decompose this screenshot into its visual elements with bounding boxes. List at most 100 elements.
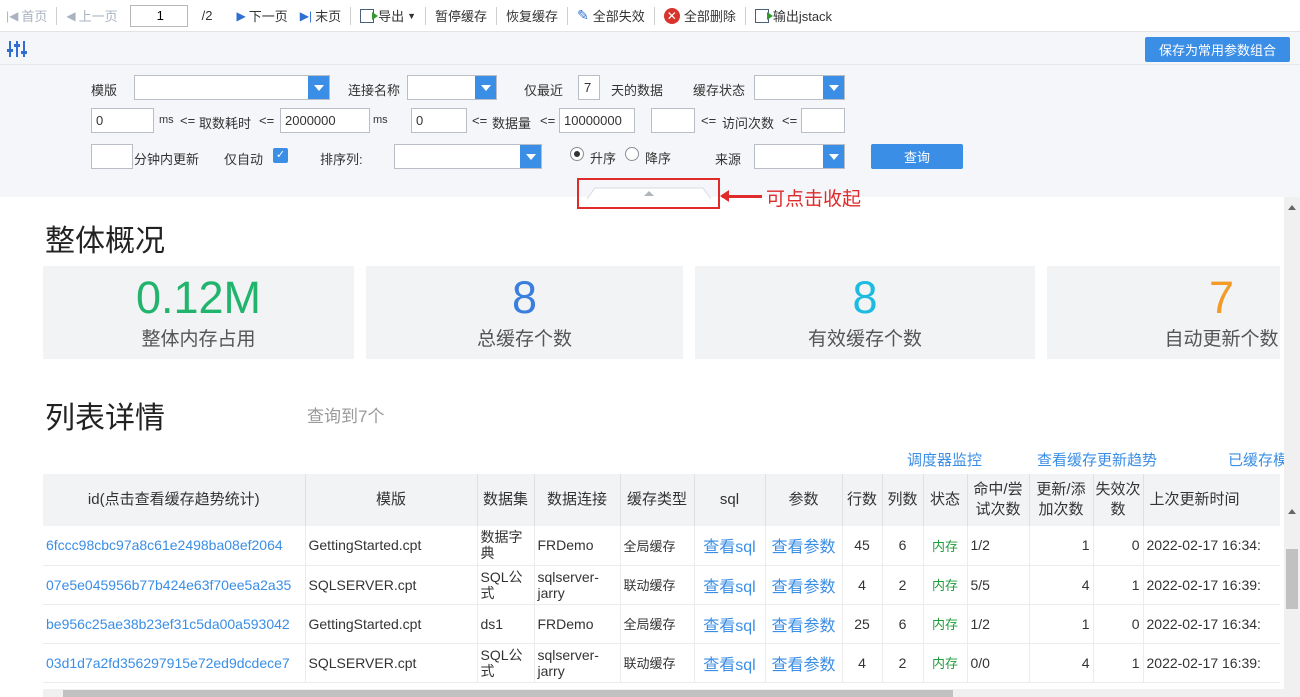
source-select[interactable] xyxy=(754,144,845,169)
delete-all-button[interactable]: ✕ 全部删除 xyxy=(658,0,742,32)
le-symbol: <= xyxy=(701,113,717,128)
export-jstack-icon xyxy=(754,8,773,23)
view-sql-link[interactable]: 查看sql xyxy=(694,643,766,683)
cache-table: id(点击查看缓存趋势统计) 模版 数据集 数据连接 缓存类型 sql 参数 行… xyxy=(43,474,1280,689)
first-page-button[interactable]: |◀ 首页 xyxy=(0,0,53,32)
sort-column-select[interactable] xyxy=(394,144,542,169)
result-count: 查询到7个 xyxy=(307,407,385,426)
fetch-time-max-input[interactable]: 2000000 xyxy=(280,108,370,133)
view-params-link[interactable]: 查看参数 xyxy=(765,565,843,605)
ms-unit: ms xyxy=(373,114,388,126)
recent-prefix: 仅最近 xyxy=(524,83,564,98)
column-header[interactable]: 参数 xyxy=(765,474,843,526)
chevron-down-icon: ▼ xyxy=(407,10,417,21)
column-header[interactable]: sql xyxy=(694,474,766,526)
cache-id-link[interactable]: 03d1d7a2fd356297915e72ed9dcdece7 xyxy=(43,643,306,683)
cache-update-trend-link[interactable]: 查看缓存更新趋势 xyxy=(1037,449,1157,470)
separator xyxy=(653,6,655,25)
le-symbol: <= xyxy=(259,113,275,128)
overview-card-valid: 8 有效缓存个数 xyxy=(695,266,1035,359)
chevron-down-icon[interactable] xyxy=(475,76,496,99)
ms-unit: ms xyxy=(159,114,174,126)
save-param-combo-button[interactable]: 保存为常用参数组合 xyxy=(1145,37,1290,62)
data-amount-min-input[interactable]: 0 xyxy=(411,108,467,133)
prev-page-button[interactable]: ◀ 上一页 xyxy=(60,0,123,32)
view-params-link[interactable]: 查看参数 xyxy=(765,604,843,644)
scheduler-monitor-link[interactable]: 调度器监控 xyxy=(907,449,982,470)
connection-cell: sqlserver-jarry xyxy=(534,643,621,683)
column-header[interactable]: 模版 xyxy=(305,474,478,526)
cache-id-link[interactable]: 07e5e045956b77b424e63f70ee5a2a35 xyxy=(43,565,306,605)
status-badge: 内存 xyxy=(923,565,968,605)
column-header[interactable]: 行数 xyxy=(842,474,883,526)
view-sql-link[interactable]: 查看sql xyxy=(694,526,766,566)
cached-templates-link[interactable]: 已缓存模 xyxy=(1228,449,1288,470)
cache-id-link[interactable]: be956c25ae38b23ef31c5da00a593042 xyxy=(43,604,306,644)
invalidate-all-button[interactable]: ✎ 全部失效 xyxy=(571,0,651,32)
data-amount-max-input[interactable]: 10000000 xyxy=(559,108,635,133)
desc-label: 降序 xyxy=(645,151,672,166)
recent-days-input[interactable]: 7 xyxy=(578,75,600,100)
row-count-cell: 25 xyxy=(842,604,883,644)
visits-max-input[interactable] xyxy=(801,108,845,133)
pause-cache-button[interactable]: 暂停缓存 xyxy=(429,0,493,32)
column-header[interactable]: id(点击查看缓存趋势统计) xyxy=(43,474,306,526)
page-number-input[interactable] xyxy=(129,4,188,27)
last-page-button[interactable]: ▶| 末页 xyxy=(294,0,347,32)
visits-min-input[interactable] xyxy=(651,108,695,133)
annotation-arrow-icon xyxy=(720,190,762,202)
export-jstack-button[interactable]: 输出jstack xyxy=(749,0,838,32)
connection-cell: FRDemo xyxy=(534,604,621,644)
column-header[interactable]: 列数 xyxy=(882,474,924,526)
toolbar: |◀ 首页 ◀ 上一页 /2 ▶ 下一页 ▶| 末页 导出 ▼ 暂停缓存 恢复缓… xyxy=(0,0,1300,32)
separator xyxy=(567,6,569,25)
scrollbar-thumb[interactable] xyxy=(63,690,953,697)
fetch-time-min-input[interactable]: 0 xyxy=(91,108,154,133)
resume-cache-button[interactable]: 恢复缓存 xyxy=(500,0,564,32)
desc-radio[interactable] xyxy=(625,147,639,161)
view-sql-link[interactable]: 查看sql xyxy=(694,604,766,644)
table-row: 6fccc98cbc97a8c61e2498ba08ef2064 Getting… xyxy=(43,526,1280,566)
cache-id-link[interactable]: 6fccc98cbc97a8c61e2498ba08ef2064 xyxy=(43,526,306,566)
chevron-down-icon[interactable] xyxy=(823,76,844,99)
last-update-cell: 2022-02-17 16:34: xyxy=(1143,526,1280,566)
scroll-up-icon[interactable] xyxy=(1288,205,1296,210)
export-icon xyxy=(360,8,379,23)
connection-select[interactable] xyxy=(407,75,497,100)
table-row: 03d1d7a2fd356297915e72ed9dcdece7 SQLSERV… xyxy=(43,643,1280,683)
column-header[interactable]: 缓存类型 xyxy=(620,474,695,526)
cache-status-select[interactable] xyxy=(754,75,845,100)
column-header[interactable]: 上次更新时间 xyxy=(1143,474,1280,526)
overview-card-auto: 7 自动更新个数 xyxy=(1047,266,1280,359)
asc-radio[interactable] xyxy=(570,147,584,161)
scroll-up-icon[interactable] xyxy=(1288,509,1296,514)
next-page-button[interactable]: ▶ 下一页 xyxy=(230,0,293,32)
connection-label: 连接名称 xyxy=(348,83,401,98)
template-select[interactable] xyxy=(134,75,330,100)
cache-type-cell: 联动缓存 xyxy=(620,565,695,605)
column-header[interactable]: 数据连接 xyxy=(534,474,621,526)
column-header[interactable]: 数据集 xyxy=(477,474,535,526)
column-header[interactable]: 更新/添加次数 xyxy=(1029,474,1094,526)
export-button[interactable]: 导出 ▼ xyxy=(354,0,422,32)
sliders-icon[interactable] xyxy=(6,40,28,58)
column-header[interactable]: 状态 xyxy=(923,474,968,526)
vertical-scrollbar[interactable] xyxy=(1284,197,1300,697)
query-button[interactable]: 查询 xyxy=(871,144,963,169)
view-params-link[interactable]: 查看参数 xyxy=(765,643,843,683)
visits-label: 访问次数 xyxy=(722,116,775,131)
chevron-down-icon[interactable] xyxy=(823,145,844,168)
view-sql-link[interactable]: 查看sql xyxy=(694,565,766,605)
updated-minutes-input[interactable] xyxy=(91,144,133,169)
chevron-down-icon[interactable] xyxy=(308,76,329,99)
auto-only-checkbox[interactable]: ✓ xyxy=(273,148,288,163)
annotation-text: 可点击收起 xyxy=(766,189,862,210)
cache-status-label: 缓存状态 xyxy=(693,83,746,98)
column-header[interactable]: 失效次数 xyxy=(1093,474,1144,526)
column-header[interactable]: 命中/尝试次数 xyxy=(967,474,1030,526)
horizontal-scrollbar[interactable] xyxy=(43,689,1284,697)
scrollbar-thumb[interactable] xyxy=(1286,549,1298,609)
table-header: id(点击查看缓存趋势统计) 模版 数据集 数据连接 缓存类型 sql 参数 行… xyxy=(43,474,1280,526)
chevron-down-icon[interactable] xyxy=(520,145,541,168)
view-params-link[interactable]: 查看参数 xyxy=(765,526,843,566)
